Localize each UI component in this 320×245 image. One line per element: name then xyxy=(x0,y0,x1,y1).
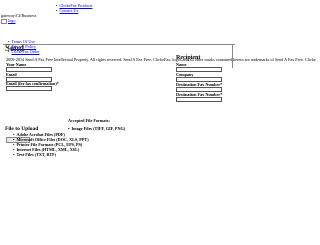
company-input[interactable] xyxy=(176,77,222,82)
dest-fax-confirm-input[interactable] xyxy=(176,97,222,102)
accepted-formats-heading: Accepted File Formats: xyxy=(68,118,110,123)
divider-vertical xyxy=(232,44,233,68)
recipient-name-input[interactable] xyxy=(176,67,222,72)
broken-image-icon xyxy=(1,18,7,24)
nav-links: ClickeFax Products Contact Us xyxy=(56,3,92,13)
dest-fax-input[interactable] xyxy=(176,87,222,92)
logo[interactable]: logo xyxy=(1,18,16,24)
contact-link[interactable]: Contact Us xyxy=(59,8,78,13)
divider xyxy=(3,44,235,45)
your-name-input[interactable] xyxy=(6,67,52,72)
image-files-item: Image Files (TIFF, GIF, PNG) xyxy=(68,126,125,131)
recipient-heading: Recipient xyxy=(176,55,201,61)
email-confirm-input[interactable] xyxy=(6,86,52,91)
upload-formats-list: Adobe Acrobat Files (PDF) Microsoft Offi… xyxy=(13,132,88,157)
copyright-text: 2009-2014 Send A Fax Free Intellectual P… xyxy=(6,57,316,62)
send-heading: Send xyxy=(5,43,25,53)
